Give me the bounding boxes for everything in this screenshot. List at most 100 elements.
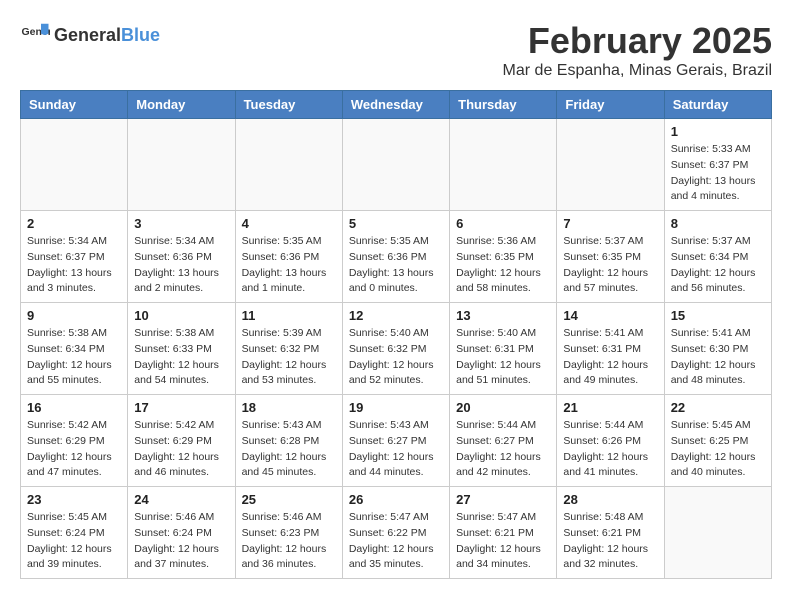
day-number: 24 <box>134 492 228 507</box>
calendar-day-cell <box>342 119 449 211</box>
day-info: Sunrise: 5:41 AM Sunset: 6:30 PM Dayligh… <box>671 326 765 389</box>
calendar-day-cell: 19 Sunrise: 5:43 AM Sunset: 6:27 PM Dayli… <box>342 395 449 487</box>
logo-blue-text: Blue <box>121 25 160 45</box>
location-title: Mar de Espanha, Minas Gerais, Brazil <box>503 62 772 80</box>
day-info: Sunrise: 5:34 AM Sunset: 6:36 PM Dayligh… <box>134 234 228 297</box>
day-number: 11 <box>242 308 336 323</box>
calendar-day-cell: 12Sunrise: 5:40 AM Sunset: 6:32 PM Dayli… <box>342 303 449 395</box>
calendar-day-cell: 14Sunrise: 5:41 AM Sunset: 6:31 PM Dayli… <box>557 303 664 395</box>
day-info: Sunrise: 5:40 AM Sunset: 6:31 PM Dayligh… <box>456 326 550 389</box>
day-info: Sunrise: 5:42 AM Sunset: 6:29 PM Dayligh… <box>27 418 121 481</box>
calendar-week-row: 1 Sunrise: 5:33 AM Sunset: 6:37 PM Daylig… <box>21 119 772 211</box>
day-of-week-header: Saturday <box>664 91 771 119</box>
day-of-week-header: Tuesday <box>235 91 342 119</box>
day-info: Sunrise: 5:44 AM Sunset: 6:26 PM Dayligh… <box>563 418 657 481</box>
title-area: February 2025 Mar de Espanha, Minas Gera… <box>503 20 772 80</box>
day-number: 19 <box>349 400 443 415</box>
calendar-week-row: 16 Sunrise: 5:42 AM Sunset: 6:29 PM Dayli… <box>21 395 772 487</box>
day-info: Sunrise: 5:33 AM Sunset: 6:37 PM Dayligh… <box>671 142 765 205</box>
calendar-week-row: 23 Sunrise: 5:45 AM Sunset: 6:24 PM Dayli… <box>21 487 772 579</box>
calendar-day-cell <box>235 119 342 211</box>
day-number: 20 <box>456 400 550 415</box>
calendar-day-cell: 22 Sunrise: 5:45 AM Sunset: 6:25 PM Dayli… <box>664 395 771 487</box>
calendar-day-cell: 4 Sunrise: 5:35 AM Sunset: 6:36 PM Daylig… <box>235 211 342 303</box>
day-info: Sunrise: 5:45 AM Sunset: 6:25 PM Dayligh… <box>671 418 765 481</box>
logo: General GeneralBlue <box>20 20 160 50</box>
day-info: Sunrise: 5:47 AM Sunset: 6:21 PM Dayligh… <box>456 510 550 573</box>
day-number: 3 <box>134 216 228 231</box>
calendar-day-cell: 7 Sunrise: 5:37 AM Sunset: 6:35 PM Daylig… <box>557 211 664 303</box>
day-info: Sunrise: 5:48 AM Sunset: 6:21 PM Dayligh… <box>563 510 657 573</box>
calendar-day-cell: 24 Sunrise: 5:46 AM Sunset: 6:24 PM Dayli… <box>128 487 235 579</box>
day-number: 6 <box>456 216 550 231</box>
day-number: 2 <box>27 216 121 231</box>
day-info: Sunrise: 5:47 AM Sunset: 6:22 PM Dayligh… <box>349 510 443 573</box>
day-number: 7 <box>563 216 657 231</box>
calendar-day-cell <box>557 119 664 211</box>
day-number: 1 <box>671 124 765 139</box>
day-number: 25 <box>242 492 336 507</box>
calendar-day-cell: 21 Sunrise: 5:44 AM Sunset: 6:26 PM Dayli… <box>557 395 664 487</box>
calendar-day-cell: 18 Sunrise: 5:43 AM Sunset: 6:28 PM Dayli… <box>235 395 342 487</box>
day-info: Sunrise: 5:44 AM Sunset: 6:27 PM Dayligh… <box>456 418 550 481</box>
day-number: 16 <box>27 400 121 415</box>
logo-general-text: General <box>54 25 121 45</box>
day-number: 4 <box>242 216 336 231</box>
day-info: Sunrise: 5:38 AM Sunset: 6:34 PM Dayligh… <box>27 326 121 389</box>
day-number: 22 <box>671 400 765 415</box>
calendar-week-row: 9 Sunrise: 5:38 AM Sunset: 6:34 PM Daylig… <box>21 303 772 395</box>
calendar-body: 1 Sunrise: 5:33 AM Sunset: 6:37 PM Daylig… <box>21 119 772 579</box>
day-of-week-header: Thursday <box>450 91 557 119</box>
day-info: Sunrise: 5:35 AM Sunset: 6:36 PM Dayligh… <box>242 234 336 297</box>
day-info: Sunrise: 5:42 AM Sunset: 6:29 PM Dayligh… <box>134 418 228 481</box>
day-number: 8 <box>671 216 765 231</box>
day-info: Sunrise: 5:43 AM Sunset: 6:27 PM Dayligh… <box>349 418 443 481</box>
calendar-day-cell: 17 Sunrise: 5:42 AM Sunset: 6:29 PM Dayli… <box>128 395 235 487</box>
day-info: Sunrise: 5:46 AM Sunset: 6:24 PM Dayligh… <box>134 510 228 573</box>
day-number: 18 <box>242 400 336 415</box>
calendar-day-cell: 5 Sunrise: 5:35 AM Sunset: 6:36 PM Daylig… <box>342 211 449 303</box>
calendar-day-cell <box>128 119 235 211</box>
calendar-day-cell: 10 Sunrise: 5:38 AM Sunset: 6:33 PM Dayli… <box>128 303 235 395</box>
calendar-table: SundayMondayTuesdayWednesdayThursdayFrid… <box>20 90 772 579</box>
calendar-day-cell: 3 Sunrise: 5:34 AM Sunset: 6:36 PM Daylig… <box>128 211 235 303</box>
day-of-week-header: Monday <box>128 91 235 119</box>
day-of-week-header: Friday <box>557 91 664 119</box>
day-number: 23 <box>27 492 121 507</box>
day-info: Sunrise: 5:46 AM Sunset: 6:23 PM Dayligh… <box>242 510 336 573</box>
day-number: 12 <box>349 308 443 323</box>
day-number: 26 <box>349 492 443 507</box>
calendar-day-cell: 1 Sunrise: 5:33 AM Sunset: 6:37 PM Daylig… <box>664 119 771 211</box>
day-info: Sunrise: 5:39 AM Sunset: 6:32 PM Dayligh… <box>242 326 336 389</box>
calendar-day-cell: 25 Sunrise: 5:46 AM Sunset: 6:23 PM Dayli… <box>235 487 342 579</box>
day-number: 9 <box>27 308 121 323</box>
day-info: Sunrise: 5:38 AM Sunset: 6:33 PM Dayligh… <box>134 326 228 389</box>
day-number: 10 <box>134 308 228 323</box>
calendar-day-cell: 28Sunrise: 5:48 AM Sunset: 6:21 PM Dayli… <box>557 487 664 579</box>
calendar-day-cell: 6Sunrise: 5:36 AM Sunset: 6:35 PM Daylig… <box>450 211 557 303</box>
calendar-day-cell: 9 Sunrise: 5:38 AM Sunset: 6:34 PM Daylig… <box>21 303 128 395</box>
calendar-day-cell <box>664 487 771 579</box>
calendar-header-row: SundayMondayTuesdayWednesdayThursdayFrid… <box>21 91 772 119</box>
day-info: Sunrise: 5:43 AM Sunset: 6:28 PM Dayligh… <box>242 418 336 481</box>
calendar-day-cell: 27 Sunrise: 5:47 AM Sunset: 6:21 PM Dayli… <box>450 487 557 579</box>
day-number: 27 <box>456 492 550 507</box>
day-number: 5 <box>349 216 443 231</box>
calendar-day-cell: 23 Sunrise: 5:45 AM Sunset: 6:24 PM Dayli… <box>21 487 128 579</box>
day-of-week-header: Wednesday <box>342 91 449 119</box>
day-number: 21 <box>563 400 657 415</box>
calendar-week-row: 2Sunrise: 5:34 AM Sunset: 6:37 PM Daylig… <box>21 211 772 303</box>
logo-icon: General <box>20 20 50 50</box>
day-number: 15 <box>671 308 765 323</box>
calendar-day-cell <box>450 119 557 211</box>
day-info: Sunrise: 5:37 AM Sunset: 6:35 PM Dayligh… <box>563 234 657 297</box>
day-info: Sunrise: 5:45 AM Sunset: 6:24 PM Dayligh… <box>27 510 121 573</box>
day-number: 17 <box>134 400 228 415</box>
calendar-day-cell: 15 Sunrise: 5:41 AM Sunset: 6:30 PM Dayli… <box>664 303 771 395</box>
calendar-day-cell: 2Sunrise: 5:34 AM Sunset: 6:37 PM Daylig… <box>21 211 128 303</box>
header: General GeneralBlue February 2025 Mar de… <box>20 20 772 80</box>
day-info: Sunrise: 5:41 AM Sunset: 6:31 PM Dayligh… <box>563 326 657 389</box>
calendar-day-cell: 13Sunrise: 5:40 AM Sunset: 6:31 PM Dayli… <box>450 303 557 395</box>
day-info: Sunrise: 5:35 AM Sunset: 6:36 PM Dayligh… <box>349 234 443 297</box>
calendar-day-cell: 16 Sunrise: 5:42 AM Sunset: 6:29 PM Dayli… <box>21 395 128 487</box>
